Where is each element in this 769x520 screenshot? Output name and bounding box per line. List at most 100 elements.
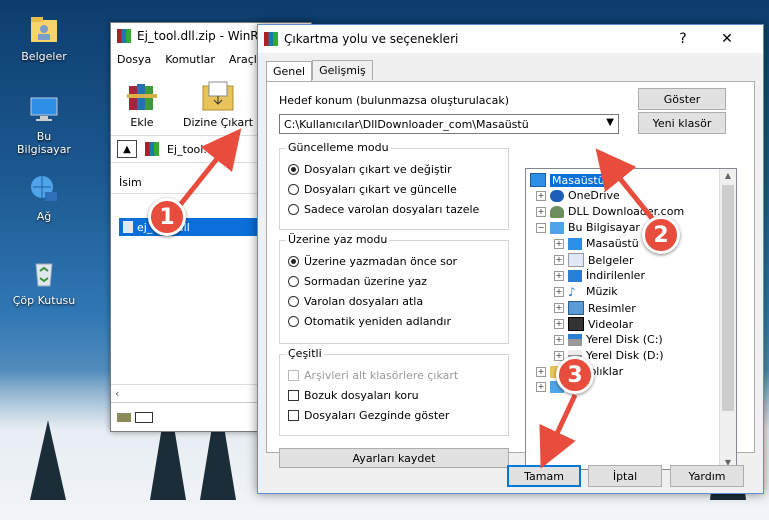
expand-icon[interactable]: + — [554, 303, 564, 313]
radio-button[interactable] — [288, 296, 299, 307]
desktop-icon-label: Çöp Kutusu — [12, 294, 76, 307]
winrar-app-icon — [117, 29, 131, 43]
expand-icon[interactable]: + — [536, 206, 546, 217]
dll-file-icon — [123, 221, 133, 233]
archive-path[interactable]: Ej_tool.dll.zi — [167, 143, 232, 156]
radio-button[interactable] — [288, 204, 299, 215]
desktop-icon-this-pc[interactable]: Bu Bilgisayar — [9, 92, 79, 156]
show-button[interactable]: Göster — [638, 88, 726, 110]
download-icon — [568, 269, 582, 282]
desktop-icon-network[interactable]: Ağ — [9, 172, 79, 223]
checkbox[interactable] — [288, 410, 299, 421]
save-settings-button[interactable]: Ayarları kaydet — [279, 448, 509, 468]
dialog-titlebar[interactable]: Çıkartma yolu ve seçenekleri ? ✕ — [258, 25, 763, 53]
tab-advanced[interactable]: Gelişmiş — [312, 60, 373, 80]
expand-icon[interactable]: + — [554, 270, 564, 281]
overwrite-option-skip[interactable]: Varolan dosyaları atla — [288, 295, 423, 308]
expand-icon[interactable]: + — [554, 255, 564, 265]
update-option-extract-replace[interactable]: Dosyaları çıkart ve değiştir — [288, 163, 452, 176]
tab-general[interactable]: Genel — [266, 61, 313, 81]
extract-to-subfolders-checkbox[interactable]: Arşivleri alt klasörlere çıkart — [288, 369, 458, 382]
tree-item-drive-c[interactable]: + Yerel Disk (C:) — [554, 333, 663, 346]
desktop-icon-recycle-bin[interactable]: Çöp Kutusu — [9, 256, 79, 307]
update-mode-group: Güncelleme modu Dosyaları çıkart ve deği… — [279, 141, 509, 230]
tree-label: Bu Bilgisayar — [568, 221, 640, 234]
pine-tree — [30, 420, 66, 500]
extract-to-button[interactable]: Dizine Çıkart — [183, 80, 253, 129]
radio-button[interactable] — [288, 276, 299, 287]
new-folder-button[interactable]: Yeni klasör — [638, 112, 726, 134]
computer-icon — [550, 221, 564, 234]
option-label: Dosyaları Gezginde göster — [304, 409, 450, 422]
expand-icon[interactable]: + — [536, 366, 546, 377]
menu-file[interactable]: Dosya — [117, 53, 151, 66]
help-button[interactable]: Yardım — [670, 465, 744, 487]
up-folder-button[interactable]: ▲ — [117, 140, 137, 158]
expand-icon[interactable]: + — [536, 190, 546, 201]
radio-button[interactable] — [288, 164, 299, 175]
overwrite-option-without-prompt[interactable]: Sormadan üzerine yaz — [288, 275, 427, 288]
destination-label: Hedef konum (bulunmazsa oluşturulacak) — [279, 94, 509, 107]
tree-label: Videolar — [588, 317, 634, 331]
tree-item-onedrive[interactable]: + OneDrive — [536, 189, 620, 202]
update-option-freshen-existing[interactable]: Sadece varolan dosyaları tazele — [288, 203, 479, 216]
expand-icon[interactable]: + — [554, 319, 564, 329]
menu-commands[interactable]: Komutlar — [165, 53, 215, 66]
update-option-extract-update[interactable]: Dosyaları çıkart ve güncelle — [288, 183, 457, 196]
cancel-button[interactable]: İptal — [588, 465, 662, 487]
tree-item-music[interactable]: + ♪ Müzik — [554, 285, 618, 298]
expand-icon[interactable]: + — [536, 382, 546, 392]
desktop-icon-documents[interactable]: Belgeler — [9, 12, 79, 63]
radio-button[interactable] — [288, 184, 299, 195]
help-title-button[interactable]: ? — [663, 25, 703, 53]
checkbox[interactable] — [288, 370, 299, 381]
scroll-thumb[interactable] — [722, 185, 734, 411]
tree-item-this-pc[interactable]: − Bu Bilgisayar — [536, 221, 640, 234]
expand-icon[interactable]: + — [554, 238, 564, 249]
dialog-title: Çıkartma yolu ve seçenekleri — [284, 32, 459, 46]
file-row[interactable]: ej_tool.dll — [119, 218, 263, 236]
desktop-icon-label: Ağ — [36, 210, 52, 223]
option-label: Dosyaları çıkart ve değiştir — [304, 163, 452, 176]
extraction-dialog: Çıkartma yolu ve seçenekleri ? ✕ Genel G… — [257, 24, 764, 494]
tree-label: Masaüstü — [586, 237, 639, 250]
overwrite-option-ask[interactable]: Üzerine yazmadan önce sor — [288, 255, 457, 268]
step-callout-3: 3 — [556, 356, 594, 394]
desktop-icon — [530, 173, 546, 187]
documents-icon — [568, 253, 584, 267]
close-button[interactable]: ✕ — [707, 25, 747, 53]
tree-item-pc-desktop[interactable]: + Masaüstü — [554, 237, 639, 250]
ok-button[interactable]: Tamam — [507, 465, 581, 487]
tree-item-videos[interactable]: + Videolar — [554, 317, 633, 331]
videos-icon — [568, 317, 584, 331]
scroll-up-icon[interactable]: ▲ — [720, 171, 736, 180]
option-label: Üzerine yazmadan önce sor — [304, 255, 458, 268]
option-label: Sadece varolan dosyaları tazele — [304, 203, 480, 216]
tree-vertical-scrollbar[interactable]: ▲ ▼ — [719, 169, 736, 469]
close-icon: ✕ — [721, 31, 733, 47]
overwrite-option-rename[interactable]: Otomatik yeniden adlandır — [288, 315, 451, 328]
expand-icon[interactable]: + — [554, 334, 564, 345]
pictures-icon — [568, 301, 584, 315]
radio-button[interactable] — [288, 256, 299, 267]
computer-icon — [27, 92, 61, 126]
chevron-down-icon[interactable]: ▼ — [606, 117, 614, 128]
add-button[interactable]: Ekle — [123, 80, 161, 129]
tree-item-desktop[interactable]: Masaüstü — [530, 172, 608, 188]
destination-path-combobox[interactable]: C:\Kullanıcılar\DllDownloader_com\Masaüs… — [279, 114, 619, 134]
tree-item-pictures[interactable]: + Resimler — [554, 301, 636, 315]
radio-button[interactable] — [288, 316, 299, 327]
collapse-icon[interactable]: − — [536, 222, 546, 233]
folder-tree[interactable]: Masaüstü + OneDrive + DLL Downloader.com −… — [525, 168, 737, 470]
keep-broken-files-checkbox[interactable]: Bozuk dosyaları koru — [288, 389, 419, 402]
desktop-icon-label: Belgeler — [21, 50, 67, 63]
show-in-explorer-checkbox[interactable]: Dosyaları Gezginde göster — [288, 409, 449, 422]
option-label: Otomatik yeniden adlandır — [304, 315, 451, 328]
tree-label: İndirilenler — [586, 269, 645, 282]
checkbox[interactable] — [288, 390, 299, 401]
step-callout-1: 1 — [148, 198, 186, 236]
desktop-icon — [568, 237, 582, 250]
tree-item-downloads[interactable]: + İndirilenler — [554, 269, 645, 282]
expand-icon[interactable]: + — [554, 286, 564, 297]
tree-item-documents[interactable]: + Belgeler — [554, 253, 633, 267]
